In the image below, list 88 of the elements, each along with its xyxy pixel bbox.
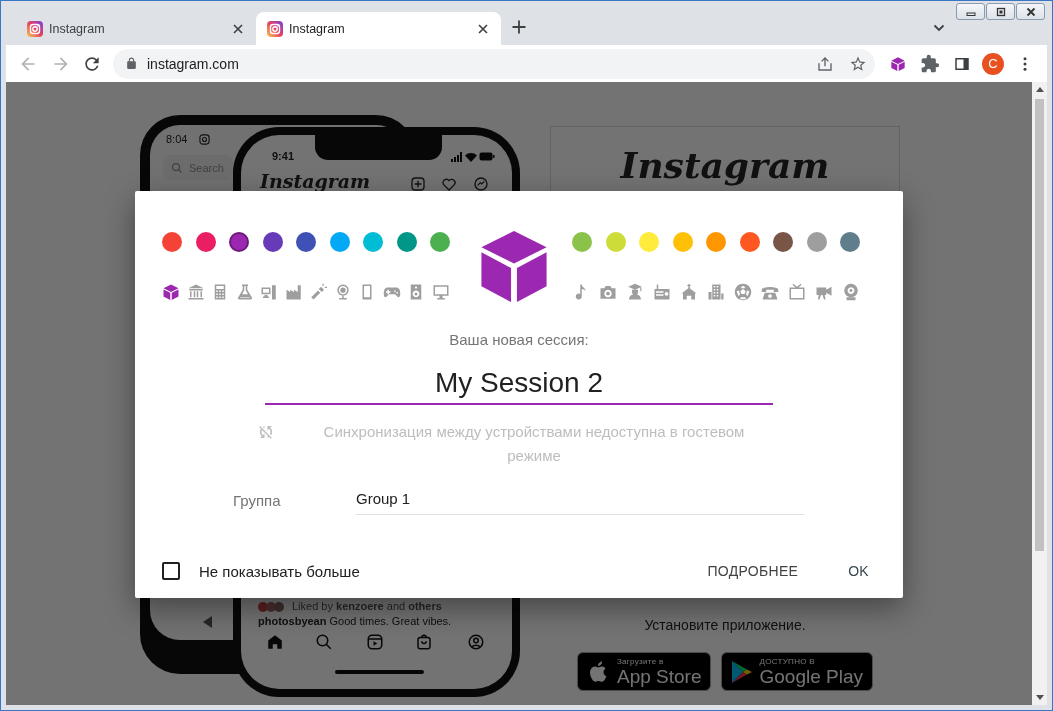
app-logo: Instagram (620, 143, 830, 187)
color-swatch[interactable] (229, 232, 249, 252)
cube-icon[interactable] (890, 55, 906, 72)
office-building-icon[interactable] (707, 283, 725, 301)
up-arrow-icon (1035, 87, 1044, 92)
address-bar[interactable]: instagram.com (113, 48, 875, 79)
plus-icon[interactable] (511, 19, 527, 35)
tv-icon[interactable] (788, 283, 806, 301)
house-icon[interactable] (680, 283, 698, 301)
play-triangle-icon (731, 659, 754, 684)
maximize-button[interactable] (986, 3, 1015, 20)
heart-icon[interactable] (441, 176, 457, 192)
color-swatch[interactable] (739, 232, 760, 252)
color-swatch[interactable] (262, 232, 283, 252)
color-swatch[interactable] (672, 232, 693, 252)
checkbox[interactable] (162, 562, 180, 580)
profile-icon[interactable] (467, 633, 485, 651)
more-button[interactable]: ПОДРОБНЕЕ (699, 557, 807, 585)
flask-icon[interactable] (235, 283, 254, 301)
checkbox-label: Не показывать больше (199, 562, 361, 580)
color-swatch[interactable] (806, 232, 827, 252)
cube-icon[interactable] (162, 283, 180, 301)
badge-caption: ДОСТУПНО В (759, 657, 816, 666)
home-icon[interactable] (266, 633, 284, 651)
color-swatch[interactable] (639, 232, 659, 252)
maximize-icon (994, 6, 1007, 17)
session-label: Ваша новая сессия: (448, 331, 590, 349)
color-swatch[interactable] (840, 232, 860, 252)
ok-button[interactable]: OK (840, 557, 877, 585)
radio-icon[interactable] (653, 283, 671, 301)
puzzle-icon[interactable] (920, 53, 940, 74)
down-arrow-icon (1035, 695, 1044, 700)
color-swatch[interactable] (430, 232, 450, 252)
google-play-badge[interactable]: ДОСТУПНО В Google Play (721, 652, 873, 691)
color-swatch[interactable] (605, 232, 626, 252)
signal-icon (451, 152, 463, 162)
lock-icon (125, 57, 138, 70)
webcam-icon[interactable] (842, 283, 860, 301)
badge-title: Google Play (759, 666, 863, 686)
app-logo: Instagram (260, 170, 371, 192)
color-swatch[interactable] (296, 232, 316, 252)
color-swatch[interactable] (396, 232, 417, 252)
wifi-icon (465, 152, 477, 162)
badge-title: App Store (617, 666, 702, 686)
color-swatch[interactable] (162, 232, 182, 252)
badge-caption: Загрузите в (617, 657, 665, 666)
factory-icon[interactable] (284, 283, 303, 301)
camera-icon (199, 134, 210, 145)
cube-icon (478, 228, 550, 305)
color-swatch[interactable] (706, 232, 726, 252)
color-swatch[interactable] (363, 232, 383, 252)
session-name-field[interactable]: My Session 2 (265, 363, 773, 405)
battery-icon (479, 152, 495, 161)
app-logo-icon (27, 20, 43, 37)
scrollbar-thumb[interactable] (1035, 99, 1044, 551)
color-swatch[interactable] (329, 232, 350, 252)
install-app-text: Установите приложение. (644, 616, 806, 634)
color-swatch[interactable] (773, 232, 793, 252)
browser-tab[interactable]: Instagram (16, 12, 256, 45)
clock-text: 9:41 (272, 150, 295, 162)
color-swatch[interactable] (195, 232, 216, 252)
caption-text: photosbyean Good times. Great vibes. (258, 615, 452, 627)
search-icon (171, 161, 183, 174)
back-icon[interactable] (203, 616, 213, 628)
clock-text: 8:04 (166, 133, 188, 145)
app-store-badge[interactable]: Загрузите в App Store (577, 652, 712, 691)
flashlight-icon[interactable] (309, 283, 328, 301)
sync-off-icon (257, 423, 275, 441)
profile-avatar[interactable]: C (982, 52, 1004, 75)
video-icon[interactable] (366, 633, 384, 651)
bag-icon[interactable] (415, 633, 433, 651)
app-logo-icon (267, 20, 283, 37)
camera-icon[interactable] (599, 283, 617, 301)
graduate-icon[interactable] (626, 283, 644, 301)
group-field[interactable]: Group 1 (356, 486, 804, 515)
chat-icon[interactable] (473, 176, 489, 192)
search-icon[interactable] (315, 633, 333, 651)
close-window-icon (1024, 6, 1037, 17)
sync-notice: Синхронизация между устройствами недоступна в гостевом режиме (322, 422, 746, 466)
browser-tab[interactable]: Instagram (256, 12, 501, 45)
close-window-button[interactable] (1016, 3, 1045, 20)
likes-text: Liked by kenzoere and others (292, 600, 442, 612)
monitor-icon[interactable] (431, 283, 450, 301)
color-swatch[interactable] (572, 232, 592, 252)
bank-icon[interactable] (186, 283, 205, 301)
computer-icon[interactable] (260, 283, 279, 301)
group-label: Группа (233, 492, 282, 509)
add-post-icon[interactable] (410, 176, 426, 192)
